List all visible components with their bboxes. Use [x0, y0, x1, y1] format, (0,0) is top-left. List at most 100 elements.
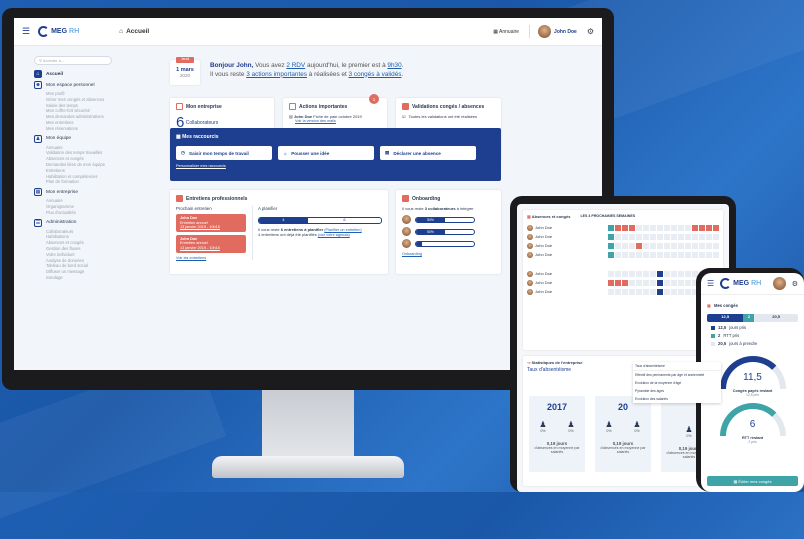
- day-cell[interactable]: [636, 270, 642, 277]
- day-cell[interactable]: [629, 224, 635, 231]
- rdv-link[interactable]: 2 RDV: [286, 62, 305, 69]
- sidebar-group-perso[interactable]: ☻ Mon espace personnel: [34, 81, 150, 89]
- day-cell[interactable]: [622, 242, 628, 249]
- sidebar-group-entreprise[interactable]: ▦ Mon entreprise: [34, 188, 150, 197]
- day-cell[interactable]: [629, 233, 635, 240]
- day-cell[interactable]: [706, 242, 712, 249]
- day-cell[interactable]: [664, 233, 670, 240]
- day-cell[interactable]: [608, 242, 614, 249]
- day-cell[interactable]: [643, 279, 649, 286]
- day-cell[interactable]: [643, 224, 649, 231]
- dropdown-option[interactable]: Effectif des permanents par âge et ancie…: [633, 371, 721, 379]
- sidebar-group-admin[interactable]: ☰ Administration: [34, 218, 150, 227]
- day-cell[interactable]: [615, 224, 621, 231]
- absence-row[interactable]: John Doe: [527, 287, 719, 296]
- day-cell[interactable]: [629, 288, 635, 295]
- day-cell[interactable]: [664, 224, 670, 231]
- day-cell[interactable]: [664, 242, 670, 249]
- day-cell[interactable]: [622, 270, 628, 277]
- day-cell[interactable]: [706, 251, 712, 258]
- day-cell[interactable]: [657, 224, 663, 231]
- absence-row[interactable]: John Doe: [527, 278, 719, 287]
- day-cell[interactable]: [685, 288, 691, 295]
- day-cell[interactable]: [657, 288, 663, 295]
- day-cell[interactable]: [650, 233, 656, 240]
- day-cell[interactable]: [678, 233, 684, 240]
- day-cell[interactable]: [671, 270, 677, 277]
- day-cell[interactable]: [622, 288, 628, 295]
- absence-row[interactable]: John Doe: [527, 223, 719, 232]
- day-cell[interactable]: [692, 242, 698, 249]
- day-cell[interactable]: [608, 224, 614, 231]
- absence-row[interactable]: John Doe: [527, 250, 719, 259]
- day-cell[interactable]: [671, 288, 677, 295]
- day-cell[interactable]: [643, 288, 649, 295]
- day-cell[interactable]: [685, 251, 691, 258]
- menu-icon[interactable]: ☰: [22, 26, 30, 37]
- day-cell[interactable]: [671, 224, 677, 231]
- day-cell[interactable]: [678, 279, 684, 286]
- absence-row[interactable]: John Doe: [527, 232, 719, 241]
- idea-button[interactable]: ☼ Pousser une idée: [278, 146, 374, 160]
- search-input[interactable]: ⚲ Accéder à...: [34, 56, 112, 65]
- day-cell[interactable]: [636, 288, 642, 295]
- onboarding-row[interactable]: 10%: [402, 239, 495, 248]
- day-cell[interactable]: [692, 233, 698, 240]
- day-cell[interactable]: [678, 288, 684, 295]
- sidebar-subitem[interactable]: Plan de formation: [46, 179, 150, 185]
- conges-link[interactable]: 3 congés à validés: [349, 71, 402, 78]
- day-cell[interactable]: [650, 251, 656, 258]
- logo[interactable]: MEG RH: [720, 278, 761, 289]
- day-cell[interactable]: [615, 233, 621, 240]
- day-cell[interactable]: [685, 242, 691, 249]
- day-cell[interactable]: [664, 288, 670, 295]
- day-cell[interactable]: [650, 224, 656, 231]
- day-cell[interactable]: [685, 270, 691, 277]
- dropdown-option[interactable]: Evolution de la moyenne d'âge: [633, 379, 721, 387]
- day-cell[interactable]: [615, 242, 621, 249]
- day-cell[interactable]: [664, 279, 670, 286]
- day-cell[interactable]: [706, 224, 712, 231]
- day-cell[interactable]: [608, 288, 614, 295]
- gear-icon[interactable]: ⚙: [587, 27, 594, 36]
- day-cell[interactable]: [671, 233, 677, 240]
- see-interviews-link[interactable]: Voir les entretiens: [176, 256, 246, 260]
- sidebar-subitem[interactable]: Flux d'actualités: [46, 210, 150, 216]
- onboarding-link[interactable]: Onboarding: [402, 252, 495, 256]
- day-cell[interactable]: [699, 224, 705, 231]
- day-cell[interactable]: [678, 242, 684, 249]
- time-link[interactable]: 9h30: [387, 62, 401, 69]
- sidebar-group-equipe[interactable]: ♟ Mon équipe: [34, 134, 150, 143]
- day-cell[interactable]: [608, 251, 614, 258]
- day-cell[interactable]: [678, 224, 684, 231]
- logo[interactable]: MEG RH: [38, 26, 79, 37]
- day-cell[interactable]: [643, 251, 649, 258]
- day-cell[interactable]: [657, 251, 663, 258]
- day-cell[interactable]: [657, 233, 663, 240]
- day-cell[interactable]: [685, 224, 691, 231]
- day-cell[interactable]: [608, 270, 614, 277]
- day-cell[interactable]: [608, 279, 614, 286]
- day-cell[interactable]: [664, 270, 670, 277]
- day-cell[interactable]: [699, 251, 705, 258]
- day-cell[interactable]: [692, 251, 698, 258]
- day-cell[interactable]: [636, 279, 642, 286]
- customize-shortcuts-link[interactable]: Personnaliser mes raccourcis: [176, 164, 495, 168]
- breadcrumb-home[interactable]: ⌂ Accueil: [119, 28, 149, 35]
- agenda-link[interactable]: (voir votre agenda): [318, 233, 350, 237]
- day-cell[interactable]: [615, 270, 621, 277]
- day-cell[interactable]: [713, 224, 719, 231]
- day-cell[interactable]: [608, 233, 614, 240]
- day-cell[interactable]: [636, 233, 642, 240]
- day-cell[interactable]: [643, 242, 649, 249]
- day-cell[interactable]: [713, 242, 719, 249]
- day-cell[interactable]: [622, 233, 628, 240]
- action-link[interactable]: Voir la version des mails: [295, 119, 381, 123]
- day-cell[interactable]: [636, 224, 642, 231]
- directory-link[interactable]: ▦ Annuaire: [493, 29, 519, 35]
- day-cell[interactable]: [643, 270, 649, 277]
- day-cell[interactable]: [629, 270, 635, 277]
- day-cell[interactable]: [706, 233, 712, 240]
- day-cell[interactable]: [615, 288, 621, 295]
- day-cell[interactable]: [622, 279, 628, 286]
